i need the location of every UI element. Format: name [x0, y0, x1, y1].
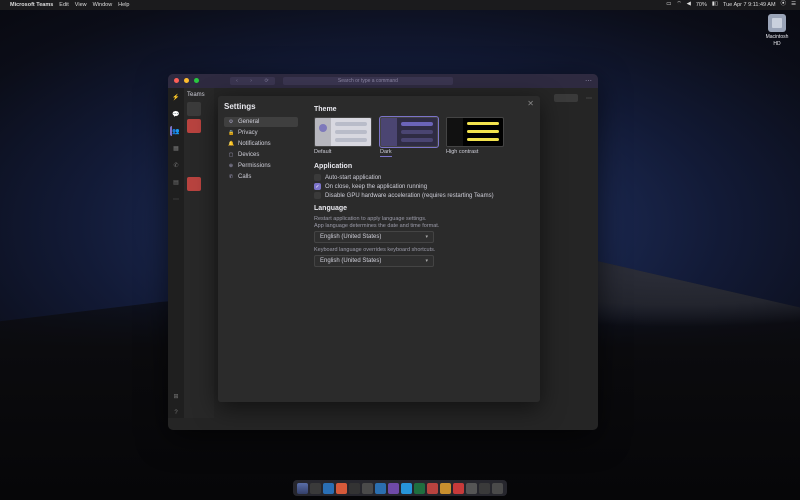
dock-app[interactable]	[479, 483, 490, 494]
menubar-clock[interactable]: Tue Apr 7 9:11:49 AM	[723, 2, 776, 8]
dock-app[interactable]	[440, 483, 451, 494]
menubar-item-view[interactable]: View	[75, 2, 87, 8]
keyboard-language-select[interactable]: English (United States) ▾	[314, 255, 434, 267]
spotlight-icon[interactable]: ⦿	[781, 2, 787, 8]
pane-more-icon[interactable]: ⋯	[586, 95, 592, 102]
settings-body: Theme Default Dark High contrast Applica…	[304, 96, 540, 402]
dock-app[interactable]	[414, 483, 425, 494]
chevron-down-icon: ▾	[425, 234, 428, 240]
settings-sidebar: Settings ⚙General 🔒Privacy 🔔Notification…	[218, 96, 304, 402]
dock-app[interactable]	[362, 483, 373, 494]
teams-panel-header: Teams	[187, 92, 211, 98]
dock-app[interactable]	[466, 483, 477, 494]
rail-help[interactable]: ?	[171, 408, 181, 418]
key-icon: ⊕	[228, 163, 234, 169]
theme-option-default[interactable]: Default	[314, 117, 372, 157]
desktop-macintosh-hd[interactable]: Macintosh HD	[762, 14, 792, 47]
rail-calendar[interactable]: ▦	[171, 143, 181, 153]
rail-calls[interactable]: ✆	[171, 160, 181, 170]
hard-drive-icon	[768, 14, 786, 32]
modal-close-button[interactable]: ✕	[527, 99, 534, 108]
device-icon: ▢	[228, 152, 234, 158]
settings-nav-calls[interactable]: ✆Calls	[224, 172, 298, 182]
checkbox-icon	[314, 192, 321, 199]
battery-icon[interactable]: ▮▯	[712, 2, 718, 8]
rail-activity[interactable]: ⚡	[171, 92, 181, 102]
team-tile[interactable]	[187, 119, 201, 133]
dock-app[interactable]	[310, 483, 321, 494]
dock-app[interactable]	[323, 483, 334, 494]
checkbox-icon	[314, 174, 321, 181]
team-tile[interactable]	[187, 177, 201, 191]
new-button[interactable]	[554, 94, 578, 102]
command-search-input[interactable]: Search or type a command	[283, 77, 453, 85]
menubar-app-name[interactable]: Microsoft Teams	[10, 2, 53, 8]
section-application: Application	[314, 163, 530, 170]
dock-trash[interactable]	[492, 483, 503, 494]
teams-window: ‹›⟳ Search or type a command ⋯ ⚡ 💬 👥 ▦ ✆…	[168, 74, 598, 430]
rail-teams[interactable]: 👥	[170, 126, 180, 136]
section-theme: Theme	[314, 106, 530, 113]
menubar-item-help[interactable]: Help	[118, 2, 129, 8]
app-rail: ⚡ 💬 👥 ▦ ✆ ▤ ⋯ ⊞ ?	[168, 88, 184, 418]
dock-app-teams[interactable]	[388, 483, 399, 494]
rail-files[interactable]: ▤	[171, 177, 181, 187]
phone-icon: ✆	[228, 174, 234, 180]
dock-app[interactable]	[401, 483, 412, 494]
menubar-item-edit[interactable]: Edit	[59, 2, 68, 8]
dock-app[interactable]	[375, 483, 386, 494]
settings-title: Settings	[224, 102, 298, 111]
dock-app[interactable]	[336, 483, 347, 494]
traffic-light-close[interactable]	[174, 78, 179, 83]
traffic-light-minimize[interactable]	[184, 78, 189, 83]
checkbox-auto-start[interactable]: Auto-start application	[314, 174, 530, 181]
team-tile[interactable]	[187, 102, 201, 116]
settings-modal: ✕ Settings ⚙General 🔒Privacy 🔔Notificati…	[218, 96, 540, 402]
wifi-icon[interactable]: ⌔	[676, 2, 681, 8]
menubar-item-window[interactable]: Window	[93, 2, 113, 8]
bell-icon: 🔔	[228, 141, 234, 147]
settings-nav-privacy[interactable]: 🔒Privacy	[224, 128, 298, 138]
chevron-down-icon: ▾	[425, 258, 428, 264]
rail-chat[interactable]: 💬	[171, 109, 181, 119]
checkbox-disable-gpu[interactable]: Disable GPU hardware acceleration (requi…	[314, 192, 530, 199]
settings-nav-general[interactable]: ⚙General	[224, 117, 298, 127]
airplay-icon[interactable]: ▭	[666, 2, 671, 8]
settings-nav-devices[interactable]: ▢Devices	[224, 150, 298, 160]
dock-app[interactable]	[453, 483, 464, 494]
volume-icon[interactable]: ◀︎	[687, 2, 691, 8]
battery-percent: 70%	[696, 2, 707, 8]
gear-icon: ⚙	[228, 119, 234, 125]
theme-option-dark[interactable]: Dark	[380, 117, 438, 157]
dock-app[interactable]	[349, 483, 360, 494]
rail-more[interactable]: ⋯	[171, 194, 181, 204]
macos-dock[interactable]	[293, 480, 507, 496]
dock-app-finder[interactable]	[297, 483, 308, 494]
checkbox-icon: ✓	[314, 183, 321, 190]
titlebar-menu-icon[interactable]: ⋯	[585, 77, 592, 85]
app-language-select[interactable]: English (United States) ▾	[314, 231, 434, 243]
desktop-icon-label: Macintosh HD	[766, 34, 789, 47]
menu-icon[interactable]: ☰	[791, 2, 796, 8]
language-restart-hint: Restart application to apply language se…	[314, 216, 530, 222]
app-language-hint: App language determines the date and tim…	[314, 223, 530, 229]
section-language: Language	[314, 205, 530, 212]
nav-back-forward[interactable]: ‹›⟳	[230, 77, 275, 85]
macos-menubar: Microsoft Teams Edit View Window Help ▭ …	[0, 0, 800, 10]
titlebar: ‹›⟳ Search or type a command ⋯	[168, 74, 598, 88]
theme-option-high-contrast[interactable]: High contrast	[446, 117, 504, 157]
checkbox-keep-running[interactable]: ✓On close, keep the application running	[314, 183, 530, 190]
rail-apps[interactable]: ⊞	[171, 391, 181, 401]
teams-panel: Teams	[184, 88, 214, 418]
settings-nav-permissions[interactable]: ⊕Permissions	[224, 161, 298, 171]
traffic-light-zoom[interactable]	[194, 78, 199, 83]
settings-nav-notifications[interactable]: 🔔Notifications	[224, 139, 298, 149]
lock-icon: 🔒	[228, 130, 234, 136]
keyboard-language-hint: Keyboard language overrides keyboard sho…	[314, 247, 530, 253]
dock-app[interactable]	[427, 483, 438, 494]
